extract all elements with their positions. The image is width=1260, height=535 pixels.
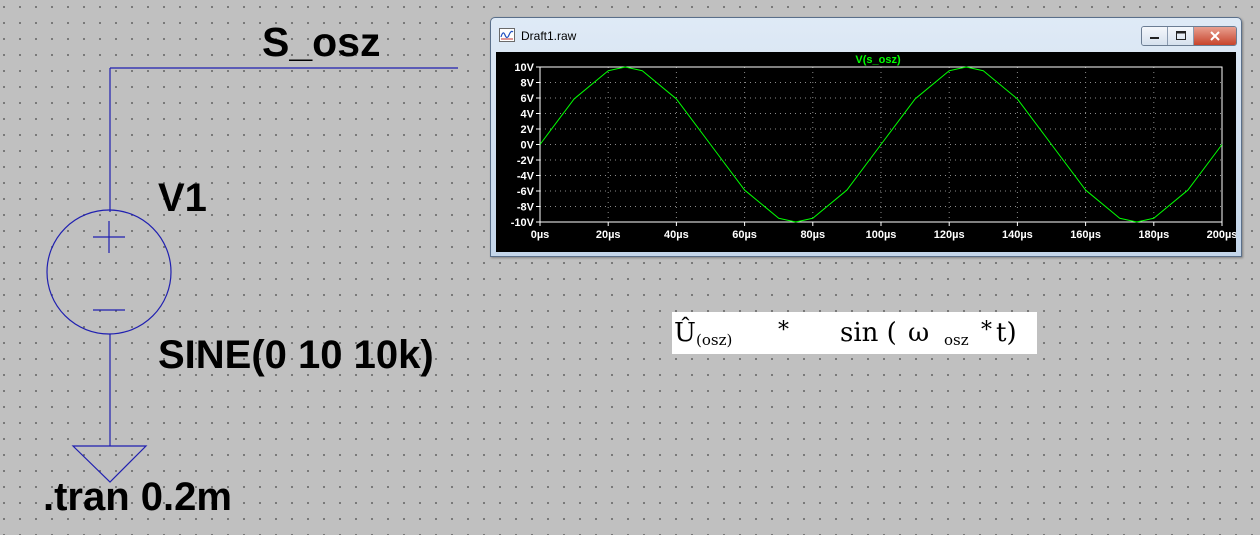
formula-time: t) (996, 318, 1017, 348)
x-tick-label: 140µs (1002, 229, 1033, 241)
component-value-label[interactable]: SINE(0 10 10k) (158, 335, 434, 375)
formula-sin: sin ( (840, 318, 897, 348)
formula-omega-subscript: osz (944, 331, 969, 349)
y-tick-label: -8V (517, 202, 535, 214)
x-tick-label: 40µs (664, 229, 689, 241)
minimize-button[interactable] (1142, 27, 1168, 45)
x-tick-label: 20µs (596, 229, 621, 241)
formula-omega: ω (908, 318, 930, 348)
waveform-app-icon (499, 28, 515, 42)
x-tick-label: 120µs (934, 229, 965, 241)
x-tick-label: 160µs (1070, 229, 1101, 241)
formula-amplitude: Û (674, 318, 696, 348)
y-tick-label: 6V (521, 93, 535, 105)
x-tick-label: 0µs (531, 229, 550, 241)
x-tick-label: 60µs (732, 229, 757, 241)
y-tick-label: 10V (514, 62, 534, 74)
y-tick-label: -2V (517, 155, 535, 167)
close-icon (1210, 31, 1220, 41)
waveform-plot[interactable]: V(s_osz) 0µs 20µs 40µs 60µs 80µs 100µs 120µs 14… (496, 52, 1236, 252)
y-tick-label: 4V (521, 109, 535, 121)
y-tick-label: -6V (517, 186, 535, 198)
x-tick-label: 100µs (866, 229, 897, 241)
component-name-label[interactable]: V1 (158, 178, 207, 218)
y-tick-label: 0V (521, 140, 535, 152)
waveform-trace[interactable] (539, 66, 1223, 223)
spice-directive[interactable]: .tran 0.2m (43, 477, 232, 517)
x-tick-label: 180µs (1138, 229, 1169, 241)
plus-sign-icon (93, 221, 125, 253)
maximize-button[interactable] (1168, 27, 1194, 45)
window-controls (1141, 26, 1237, 46)
formula-amplitude-subscript: (osz) (696, 331, 733, 349)
maximize-icon (1176, 31, 1186, 40)
minimize-icon (1150, 37, 1159, 39)
x-tick-label: 80µs (800, 229, 825, 241)
y-tick-label: 2V (521, 124, 535, 136)
x-tick-label: 200µs (1207, 229, 1236, 241)
y-tick-label: 8V (521, 78, 535, 90)
close-button[interactable] (1194, 27, 1236, 45)
y-tick-label: -10V (511, 217, 535, 229)
window-title: Draft1.raw (521, 29, 577, 43)
formula-operator-2: * (981, 318, 992, 343)
formula-box: Û (osz) * sin ( ω osz * t) (672, 312, 1037, 354)
net-label[interactable]: S_osz (262, 22, 381, 63)
waveform-window[interactable]: Draft1.raw V(s_osz) 0µs 20µs 40µs 60µs 80µs 1… (490, 17, 1242, 257)
window-titlebar[interactable]: Draft1.raw (491, 18, 1241, 52)
formula-operator: * (778, 318, 789, 343)
trace-label[interactable]: V(s_osz) (855, 54, 901, 66)
y-tick-label: -4V (517, 171, 535, 183)
plot-area[interactable]: V(s_osz) 0µs 20µs 40µs 60µs 80µs 100µs 120µs 14… (496, 52, 1236, 252)
